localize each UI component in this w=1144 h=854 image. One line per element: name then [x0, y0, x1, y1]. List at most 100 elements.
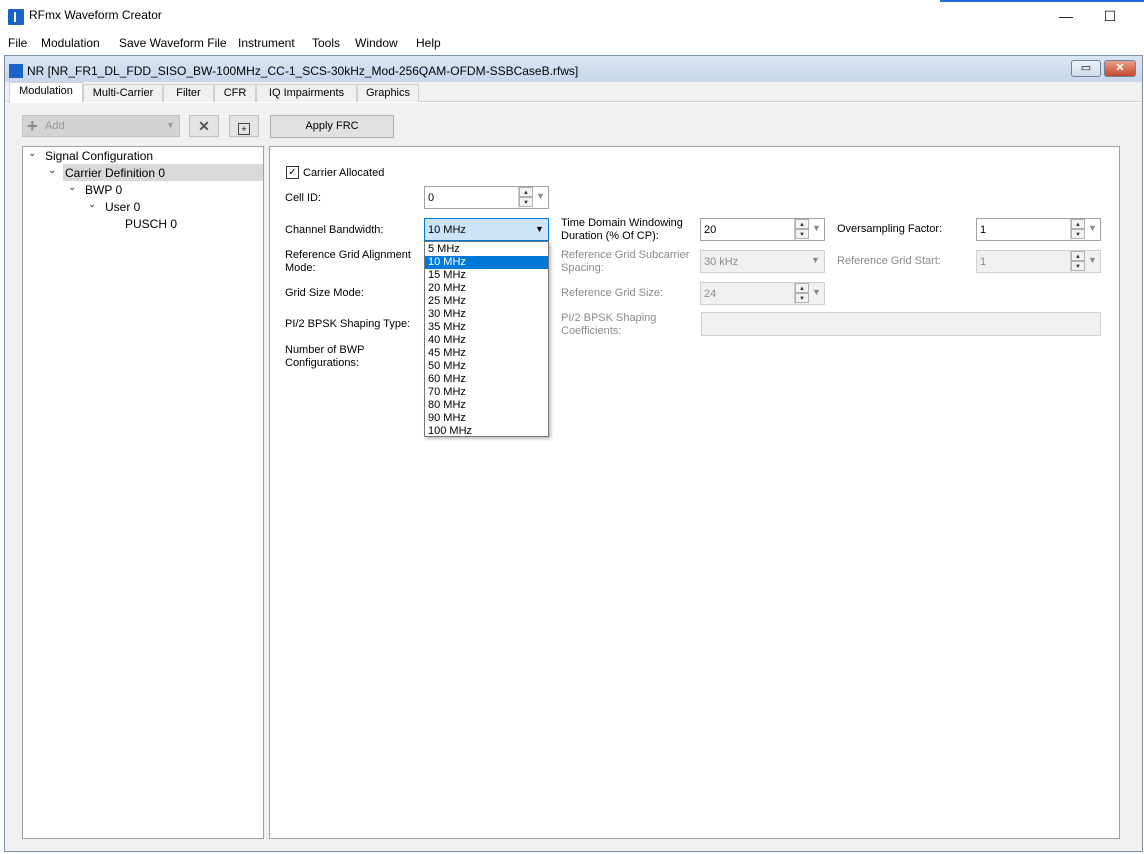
channel-bandwidth-option[interactable]: 100 MHz	[425, 425, 548, 438]
minimize-button[interactable]: —	[1043, 3, 1089, 31]
chevron-down-icon: ▼	[811, 255, 820, 265]
chevron-down-icon: ▼	[166, 120, 175, 130]
document-restore-button[interactable]: ▭	[1071, 60, 1101, 77]
add-label: Add	[45, 120, 65, 132]
ref-grid-subcarrier-spacing-value: 30 kHz	[704, 256, 739, 268]
spin-down-icon[interactable]: ▼	[519, 197, 533, 207]
tree-node-pusch[interactable]: PUSCH 0	[125, 217, 177, 231]
channel-bandwidth-option[interactable]: 35 MHz	[425, 321, 548, 334]
spin-up-icon[interactable]: ▲	[795, 219, 809, 229]
maximize-button[interactable]: ☐	[1087, 3, 1133, 31]
ref-grid-alignment-mode-label: Reference Grid Alignment Mode:	[285, 249, 411, 274]
channel-bandwidth-label: Channel Bandwidth:	[285, 224, 384, 236]
ref-grid-start-field: 1 ▲ ▼ ▼	[976, 250, 1101, 273]
menu-file[interactable]: File	[8, 36, 27, 50]
apply-frc-button[interactable]: Apply FRC	[270, 115, 394, 138]
spin-up-icon: ▲	[795, 283, 809, 293]
time-domain-windowing-spinner[interactable]: ▲ ▼	[794, 219, 809, 240]
grid-size-mode-label: Grid Size Mode:	[285, 287, 364, 299]
tab-modulation[interactable]: Modulation	[9, 82, 83, 103]
tab-iq-impairments[interactable]: IQ Impairments	[256, 84, 357, 102]
channel-bandwidth-option[interactable]: 15 MHz	[425, 269, 548, 282]
menu-tools[interactable]: Tools	[312, 36, 340, 50]
spin-up-icon: ▲	[1071, 251, 1085, 261]
channel-bandwidth-option[interactable]: 5 MHz	[425, 243, 548, 256]
tree-node-bwp[interactable]: BWP 0	[85, 183, 122, 197]
channel-bandwidth-option[interactable]: 10 MHz	[425, 256, 548, 269]
delete-icon: ✕	[198, 118, 210, 134]
channel-bandwidth-option[interactable]: 40 MHz	[425, 334, 548, 347]
menu-help[interactable]: Help	[416, 36, 441, 50]
channel-bandwidth-option[interactable]: 90 MHz	[425, 412, 548, 425]
time-domain-windowing-value: 20	[704, 224, 717, 236]
menu-instrument[interactable]: Instrument	[238, 36, 295, 50]
ref-grid-subcarrier-spacing-dropdown: 30 kHz ▼	[700, 250, 825, 273]
pi2-bpsk-shaping-type-label: PI/2 BPSK Shaping Type:	[285, 318, 411, 330]
oversampling-factor-value: 1	[980, 224, 987, 236]
title-accent-line	[940, 0, 1144, 2]
channel-bandwidth-option[interactable]: 25 MHz	[425, 295, 548, 308]
expand-icon[interactable]: ⌄	[88, 199, 96, 210]
spin-up-icon[interactable]: ▲	[1071, 219, 1085, 229]
menu-save-waveform-file[interactable]: Save Waveform File	[119, 36, 227, 50]
cell-id-spinner[interactable]: ▲ ▼	[518, 187, 533, 208]
oversampling-factor-label: Oversampling Factor:	[837, 223, 943, 235]
menu-bar: File Modulation Save Waveform File Instr…	[0, 33, 1144, 53]
app-titlebar: RFmx Waveform Creator — ☐	[0, 0, 1144, 32]
ref-grid-size-label: Reference Grid Size:	[561, 287, 664, 299]
tab-multi-carrier[interactable]: Multi-Carrier	[83, 84, 163, 102]
spin-down-icon[interactable]: ▼	[795, 229, 809, 239]
duplicate-button[interactable]: +	[229, 115, 259, 137]
app-title: RFmx Waveform Creator	[29, 8, 162, 22]
spin-down-icon[interactable]: ▼	[1071, 229, 1085, 239]
expand-icon[interactable]: ⌄	[28, 148, 36, 159]
tab-cfr[interactable]: CFR	[214, 84, 256, 102]
tree-node-user[interactable]: User 0	[105, 200, 140, 214]
oversampling-factor-spinner[interactable]: ▲ ▼	[1070, 219, 1085, 240]
time-domain-windowing-field[interactable]: 20 ▲ ▼ ▼	[700, 218, 825, 241]
pi2-bpsk-shaping-coefficients-field	[701, 312, 1101, 336]
cell-id-value: 0	[428, 192, 435, 204]
oversampling-factor-field[interactable]: 1 ▲ ▼ ▼	[976, 218, 1101, 241]
ref-grid-size-spinner: ▲ ▼	[794, 283, 809, 304]
channel-bandwidth-option[interactable]: 20 MHz	[425, 282, 548, 295]
expand-icon[interactable]: ⌄	[48, 165, 56, 176]
app-icon	[8, 9, 24, 25]
tab-bar: Modulation Multi-Carrier Filter CFR IQ I…	[5, 82, 1142, 103]
spin-up-icon[interactable]: ▲	[519, 187, 533, 197]
channel-bandwidth-option[interactable]: 80 MHz	[425, 399, 548, 412]
expand-icon[interactable]: ⌄	[68, 182, 76, 193]
chevron-down-icon[interactable]: ▼	[536, 191, 545, 201]
channel-bandwidth-option[interactable]: 30 MHz	[425, 308, 548, 321]
chevron-down-icon[interactable]: ▼	[1088, 223, 1097, 233]
ref-grid-size-value: 24	[704, 288, 717, 300]
menu-modulation[interactable]: Modulation	[41, 36, 100, 50]
channel-bandwidth-option[interactable]: 60 MHz	[425, 373, 548, 386]
duplicate-icon: +	[238, 123, 250, 135]
chevron-down-icon[interactable]: ▼	[812, 223, 821, 233]
tree-node-signal-configuration[interactable]: Signal Configuration	[45, 149, 153, 163]
document-titlebar: NR [NR_FR1_DL_FDD_SISO_BW-100MHz_CC-1_SC…	[5, 56, 1142, 84]
ref-grid-start-label: Reference Grid Start:	[837, 255, 941, 267]
channel-bandwidth-option[interactable]: 70 MHz	[425, 386, 548, 399]
document-close-button[interactable]: ✕	[1104, 60, 1136, 77]
carrier-allocated-label: Carrier Allocated	[303, 167, 385, 179]
cell-id-field[interactable]: 0 ▲ ▼ ▼	[424, 186, 549, 209]
document-window: NR [NR_FR1_DL_FDD_SISO_BW-100MHz_CC-1_SC…	[4, 55, 1143, 852]
tree-node-carrier-definition[interactable]: Carrier Definition 0	[63, 164, 263, 181]
channel-bandwidth-dropdown[interactable]: 10 MHz ▼	[424, 218, 549, 241]
delete-button[interactable]: ✕	[189, 115, 219, 137]
tab-filter[interactable]: Filter	[163, 84, 214, 102]
tab-graphics[interactable]: Graphics	[357, 84, 419, 102]
channel-bandwidth-option[interactable]: 50 MHz	[425, 360, 548, 373]
carrier-allocated-checkbox[interactable]: ✓	[286, 166, 299, 179]
menu-window[interactable]: Window	[355, 36, 398, 50]
number-of-bwp-configurations-label: Number of BWP Configurations:	[285, 344, 365, 369]
chevron-down-icon: ▼	[535, 224, 544, 234]
channel-bandwidth-option[interactable]: 45 MHz	[425, 347, 548, 360]
spin-down-icon: ▼	[795, 293, 809, 303]
spin-down-icon: ▼	[1071, 261, 1085, 271]
cell-id-label: Cell ID:	[285, 192, 322, 204]
ref-grid-size-field: 24 ▲ ▼ ▼	[700, 282, 825, 305]
add-node-dropdown[interactable]: + Add ▼	[22, 115, 180, 137]
